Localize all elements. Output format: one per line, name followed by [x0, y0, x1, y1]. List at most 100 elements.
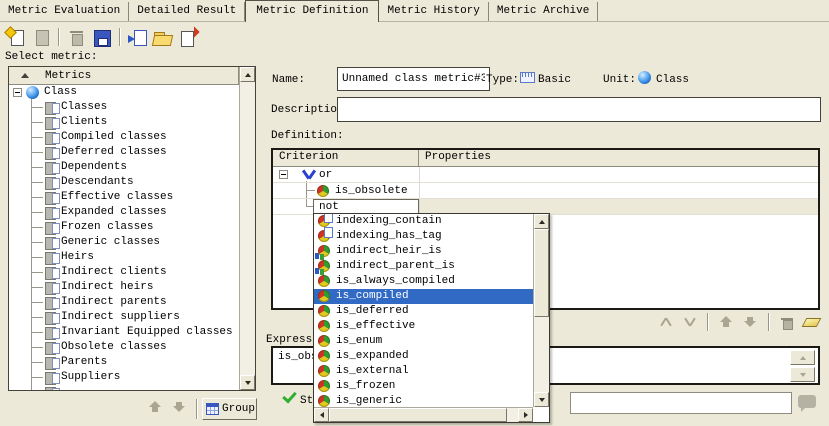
group-button[interactable]: Group	[202, 398, 257, 420]
copy-metric-icon[interactable]	[30, 27, 51, 48]
criterion-pie-icon	[318, 335, 330, 347]
tab-label: Detailed Result	[137, 5, 236, 17]
dropdown-item-label: is_effective	[336, 320, 415, 332]
icon-art	[30, 27, 51, 48]
tree-item[interactable]: Heirs	[9, 250, 239, 265]
tree-item-clipped[interactable]	[9, 385, 239, 390]
scrollbar-thumb[interactable]	[329, 408, 507, 422]
scroll-up-icon[interactable]	[534, 214, 549, 229]
column-header-properties[interactable]: Properties	[419, 150, 818, 166]
metric-icon	[45, 177, 59, 188]
scroll-up-icon[interactable]	[240, 67, 255, 82]
or-operator-icon	[300, 169, 315, 181]
scroll-right-icon[interactable]	[518, 408, 533, 422]
scroll-down-icon[interactable]	[790, 367, 815, 382]
tree-column-header[interactable]: Metrics	[9, 67, 239, 85]
tree-item[interactable]: Indirect parents	[9, 295, 239, 310]
move-metric-up-icon[interactable]	[148, 401, 164, 414]
tree-item[interactable]: Effective classes	[9, 190, 239, 205]
metric-icon	[45, 267, 59, 278]
dropdown-item[interactable]: is_enum	[314, 334, 533, 349]
tree-item[interactable]: Indirect clients	[9, 265, 239, 280]
dropdown-item[interactable]: is_effective	[314, 319, 533, 334]
new-metric-icon[interactable]	[5, 27, 26, 48]
scroll-down-icon[interactable]	[240, 375, 255, 390]
save-metric-icon[interactable]	[91, 27, 112, 48]
scroll-left-icon[interactable]	[314, 408, 329, 422]
tab[interactable]: Detailed Result	[129, 2, 245, 21]
tree-item-label: Generic classes	[61, 236, 160, 248]
name-input[interactable]	[337, 67, 490, 91]
dropdown-item[interactable]: is_compiled	[314, 289, 533, 304]
metric-icon	[45, 342, 59, 353]
tree-item[interactable]: Invariant Equipped classes	[9, 325, 239, 340]
criterion-row-or[interactable]: or	[273, 167, 818, 183]
tree-item[interactable]: Indirect suppliers	[9, 310, 239, 325]
tree-item[interactable]: Deferred classes	[9, 145, 239, 160]
separator	[768, 313, 769, 331]
dropdown-item[interactable]: indirect_heir_is	[314, 244, 533, 259]
tree-item[interactable]: Generic classes	[9, 235, 239, 250]
dropdown-item[interactable]: indexing_has_tag	[314, 229, 533, 244]
dropdown-item[interactable]: is_always_compiled	[314, 274, 533, 289]
tree-item-class-root[interactable]: Class	[9, 85, 239, 100]
tree-item-label: Clients	[61, 116, 107, 128]
tree-item[interactable]: Parents	[9, 355, 239, 370]
scroll-down-icon[interactable]	[534, 392, 549, 407]
and-criterion-icon[interactable]	[656, 314, 674, 330]
collapse-expander-icon[interactable]	[279, 170, 288, 179]
dropdown-horizontal-scrollbar[interactable]	[314, 407, 533, 422]
metric-icon	[45, 312, 59, 323]
dropdown-item[interactable]: is_external	[314, 364, 533, 379]
tree-item-label: Dependents	[61, 161, 127, 173]
tab[interactable]: Metric Definition	[245, 0, 379, 22]
scrollbar-thumb[interactable]	[534, 229, 549, 317]
move-down-icon[interactable]	[741, 314, 759, 330]
open-folder-icon[interactable]	[152, 27, 173, 48]
tab[interactable]: Metric History	[379, 2, 488, 21]
dropdown-vertical-scrollbar[interactable]	[533, 214, 549, 407]
tree-item[interactable]: Clients	[9, 115, 239, 130]
tree-item[interactable]: Suppliers	[9, 370, 239, 385]
tree-item-label: Effective classes	[61, 191, 173, 203]
move-up-icon[interactable]	[717, 314, 735, 330]
tree-item-label: Compiled classes	[61, 131, 167, 143]
comment-bubble-icon[interactable]	[798, 395, 816, 408]
dropdown-item[interactable]: is_deferred	[314, 304, 533, 319]
scroll-up-icon[interactable]	[790, 350, 815, 365]
delete-criterion-icon[interactable]	[778, 314, 796, 330]
move-metric-down-icon[interactable]	[172, 401, 188, 414]
delete-metric-icon[interactable]	[66, 27, 87, 48]
import-metrics-icon[interactable]	[127, 27, 148, 48]
dropdown-item[interactable]: is_generic	[314, 394, 533, 407]
tree-item[interactable]: Indirect heirs	[9, 280, 239, 295]
export-metrics-icon[interactable]	[177, 27, 198, 48]
dropdown-item[interactable]: is_expanded	[314, 349, 533, 364]
dropdown-item[interactable]: is_frozen	[314, 379, 533, 394]
dropdown-item[interactable]: indirect_parent_is	[314, 259, 533, 274]
tree-item[interactable]: Expanded classes	[9, 205, 239, 220]
criterion-pie-icon	[318, 260, 330, 272]
tab-bar: Metric Evaluation Detailed Result Metric…	[0, 0, 829, 22]
dropdown-item-label: is_frozen	[336, 380, 395, 392]
or-criterion-icon[interactable]	[680, 314, 698, 330]
column-header-criterion[interactable]: Criterion	[273, 150, 419, 166]
tree-item[interactable]: Descendants	[9, 175, 239, 190]
erase-criterion-icon[interactable]	[802, 314, 820, 330]
criterion-dropdown-list: indexing_contain indexing_has_tag indire…	[314, 214, 533, 407]
tab[interactable]: Metric Evaluation	[0, 2, 129, 21]
properties-cell	[420, 199, 818, 214]
status-input[interactable]	[570, 392, 792, 414]
tree-item[interactable]: Frozen classes	[9, 220, 239, 235]
tree-item[interactable]: Dependents	[9, 160, 239, 175]
tree-item[interactable]: Compiled classes	[9, 130, 239, 145]
tree-connector-tick	[306, 190, 315, 191]
tree-item[interactable]: Obsolete classes	[9, 340, 239, 355]
collapse-expander-icon[interactable]	[13, 88, 22, 97]
dropdown-item[interactable]: indexing_contain	[314, 214, 533, 229]
tree-item[interactable]: Classes	[9, 100, 239, 115]
tree-scrollbar[interactable]	[239, 67, 255, 390]
tab[interactable]: Metric Archive	[489, 2, 598, 21]
criterion-row-is-obsolete[interactable]: is_obsolete	[273, 183, 818, 199]
description-input[interactable]	[337, 97, 821, 122]
